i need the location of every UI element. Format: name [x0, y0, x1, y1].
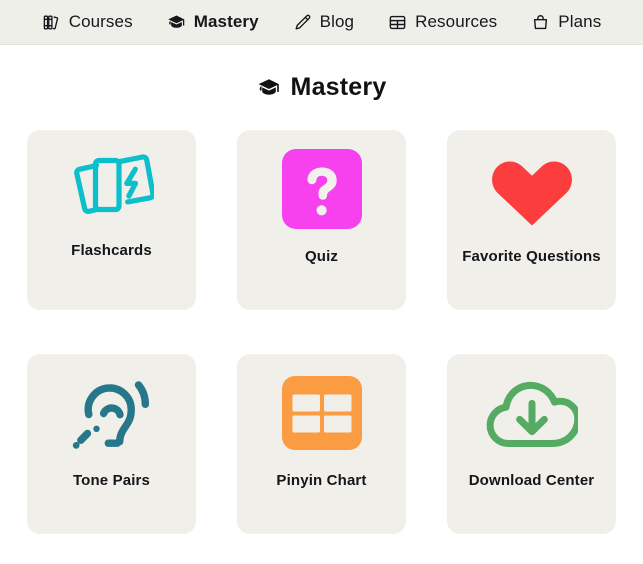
page-title: Mastery [290, 73, 387, 101]
graduation-cap-icon [167, 13, 186, 32]
question-mark-icon [237, 130, 406, 248]
page-header: Mastery [0, 73, 643, 102]
card-quiz[interactable]: Quiz [237, 130, 406, 310]
card-label: Download Center [468, 472, 595, 489]
card-download-center[interactable]: Download Center [447, 354, 616, 534]
nav-item-mastery[interactable]: Mastery [167, 12, 259, 32]
table-chart-icon [237, 354, 406, 472]
card-label: Quiz [304, 248, 339, 265]
cloud-download-icon [447, 354, 616, 472]
graduation-cap-icon [257, 76, 281, 100]
card-flashcards[interactable]: Flashcards [27, 130, 196, 310]
heart-icon [447, 130, 616, 248]
books-icon [42, 13, 61, 32]
table-grid-icon [388, 13, 407, 32]
nav-item-resources[interactable]: Resources [388, 12, 497, 32]
top-navigation-bar: Courses Mastery Blog Resources Plans [0, 0, 643, 45]
nav-item-blog[interactable]: Blog [293, 12, 354, 32]
shopping-bag-icon [531, 13, 550, 32]
nav-item-plans[interactable]: Plans [531, 12, 601, 32]
card-pinyin-chart[interactable]: Pinyin Chart [237, 354, 406, 534]
pencil-icon [293, 13, 312, 32]
card-label: Pinyin Chart [276, 472, 367, 489]
nav-item-courses[interactable]: Courses [42, 12, 133, 32]
card-tone-pairs[interactable]: Tone Pairs [27, 354, 196, 534]
mastery-tools-grid: Flashcards Quiz Favorite Questions Tone … [16, 130, 628, 534]
flashcards-icon [27, 130, 196, 242]
nav-item-label: Resources [415, 12, 498, 31]
card-label: Flashcards [71, 242, 152, 259]
nav-item-label: Blog [319, 12, 355, 31]
nav-item-label: Plans [558, 12, 602, 31]
nav-item-label: Mastery [193, 12, 259, 31]
ear-hearing-icon [27, 354, 196, 472]
card-label: Favorite Questions [462, 248, 601, 265]
nav-item-label: Courses [68, 12, 133, 31]
card-label: Tone Pairs [72, 472, 151, 489]
card-favorite-questions[interactable]: Favorite Questions [447, 130, 616, 310]
